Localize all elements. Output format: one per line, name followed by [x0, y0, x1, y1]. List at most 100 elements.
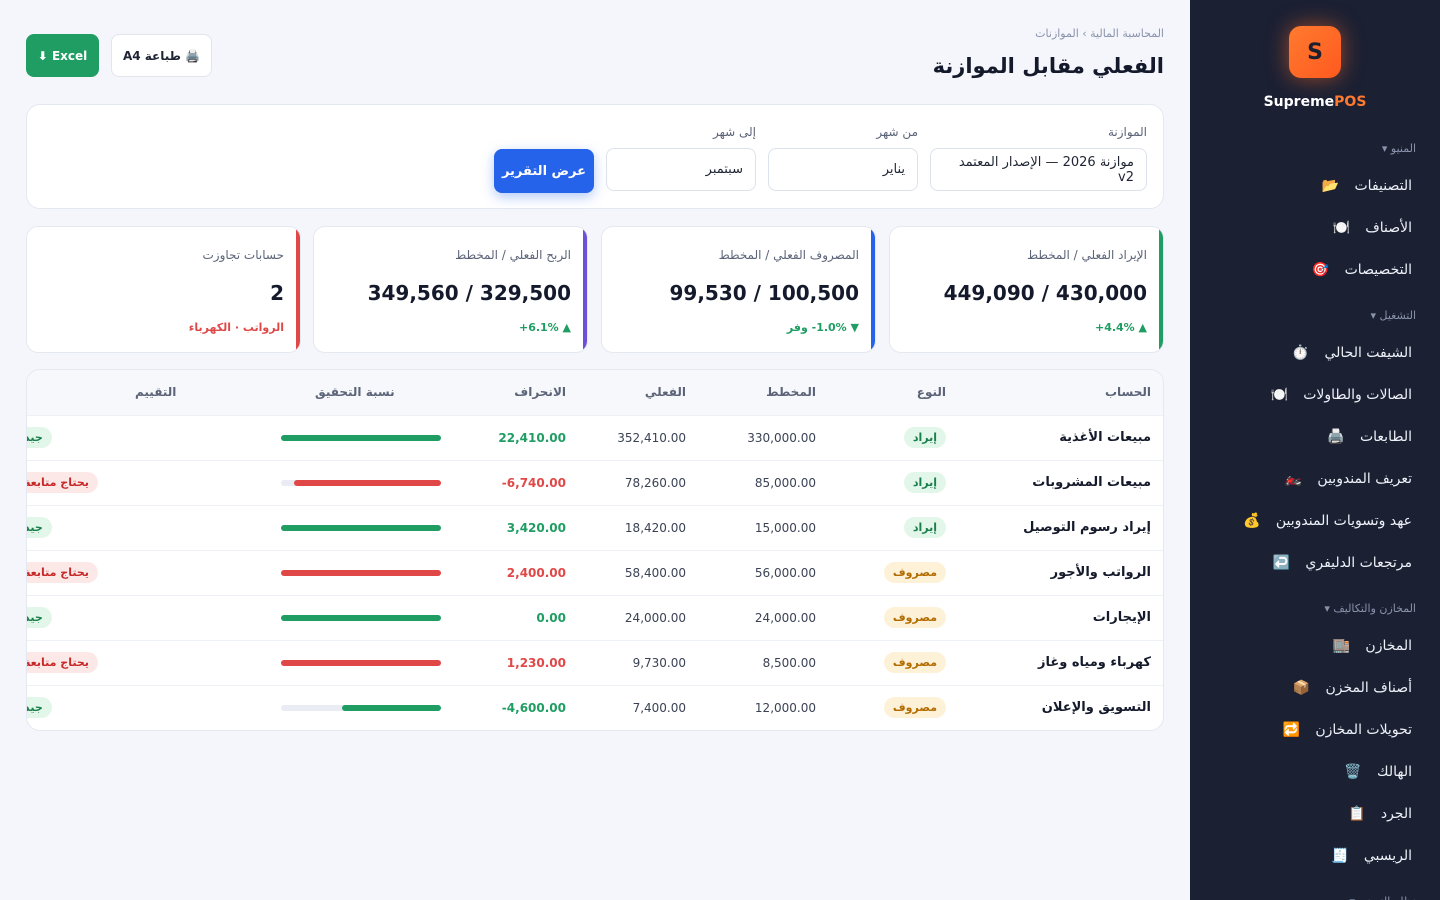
kpi-value: 329,500 / 349,560: [367, 281, 571, 305]
to-month-select[interactable]: سبتمبر: [606, 148, 756, 191]
cell-ratio: [281, 640, 453, 685]
cell-rating: جيد: [27, 595, 303, 640]
from-month-label: من شهر: [876, 125, 918, 139]
rating-wrap: جيد: [27, 697, 52, 719]
type-badge: إيراد: [903, 517, 946, 538]
nav-icon: 🍽️: [1332, 220, 1350, 236]
nav-group-title[interactable]: المنيو ▾: [1190, 142, 1440, 155]
ratio-fill: [281, 615, 441, 621]
col-variance: الانحراف: [514, 385, 566, 400]
nav-icon: 📋: [1348, 806, 1366, 822]
cell-type: إيراد: [828, 460, 958, 505]
kpi-note: الرواتب · الكهرباء: [188, 321, 284, 334]
kpi-value: 430,000 / 449,090: [943, 281, 1147, 305]
show-report-button[interactable]: عرض التقرير: [494, 149, 594, 193]
print-a4-button[interactable]: 🖨️ طباعة A4: [111, 34, 212, 77]
cell-planned: 330,000.00: [747, 430, 816, 445]
table-row[interactable]: إيراد رسوم التوصيل إيراد 15,000.00 18,42…: [27, 505, 1163, 550]
rating-wrap: يحتاج متابعة: [27, 652, 98, 673]
nav-group-title[interactable]: التشغيل ▾: [1190, 309, 1440, 322]
cell-variance: 1,230.00: [506, 655, 566, 670]
sidebar-item[interactable]: الهالك 🗑️: [1190, 751, 1440, 793]
ratio-fill: [281, 660, 441, 666]
cell-rating: يحتاج متابعة: [27, 460, 303, 505]
sidebar-item-label: عهد وتسويات المندوبين: [1275, 513, 1412, 529]
nav-group-title[interactable]: المخازن والتكاليف ▾: [1190, 602, 1440, 615]
sidebar-item[interactable]: الجرد 📋: [1190, 793, 1440, 835]
nav-icon: 🧾: [1331, 848, 1349, 864]
kpi-note: ▼ 1.0%- وفر: [786, 321, 859, 334]
sidebar-item[interactable]: عهد وتسويات المندوبين 💰: [1190, 500, 1440, 542]
cell-ratio: [281, 595, 453, 640]
kpi-accent-bar: [583, 227, 587, 352]
table-row[interactable]: الإيجارات مصروف 24,000.00 24,000.00 0.00…: [27, 595, 1163, 640]
table-row[interactable]: كهرباء ومياه وغاز مصروف 8,500.00 9,730.0…: [27, 640, 1163, 685]
cell-rating: جيد: [27, 415, 303, 460]
table-row[interactable]: مبيعات المشروبات إيراد 85,000.00 78,260.…: [27, 460, 1163, 505]
ratio-fill: [293, 480, 441, 486]
ratio-track: [281, 570, 441, 576]
nav-icon: 🔁: [1282, 722, 1301, 738]
rating-badge: جيد: [27, 697, 52, 719]
type-badge: إيراد: [903, 427, 946, 448]
sidebar-item-label: أصناف المخزن: [1325, 680, 1412, 696]
cell-ratio: [281, 550, 453, 595]
cell-variance: 0.00: [536, 610, 566, 625]
rating-wrap: جيد: [27, 427, 52, 448]
cell-ratio: [281, 460, 453, 505]
cell-type: مصروف: [828, 595, 958, 640]
to-month-field: إلى شهر سبتمبر: [606, 125, 756, 191]
rating-badge: يحتاج متابعة: [27, 562, 98, 583]
type-badge: مصروف: [883, 697, 946, 719]
table-row[interactable]: الرواتب والأجور مصروف 56,000.00 58,400.0…: [27, 550, 1163, 595]
nav-group-title[interactable]: نظام التصنيع ▾: [1190, 895, 1440, 900]
nav-icon: ↩️: [1272, 555, 1291, 571]
nav-icon: 🎯: [1311, 262, 1330, 278]
cell-actual: 352,410.00: [617, 430, 686, 445]
budget-select[interactable]: موازنة 2026 — الإصدار المعتمد v2: [930, 148, 1147, 191]
sidebar-item-label: الشيفت الحالي: [1324, 345, 1412, 361]
sidebar-item[interactable]: تعريف المندوبين 🏍️: [1190, 458, 1440, 500]
cell-planned: 12,000.00: [754, 700, 816, 715]
col-account: الحساب: [1104, 385, 1151, 400]
sidebar-item[interactable]: مرتجعات الدليفري ↩️: [1190, 542, 1440, 584]
table-row[interactable]: مبيعات الأغذية إيراد 330,000.00 352,410.…: [27, 415, 1163, 460]
from-month-select[interactable]: يناير: [768, 148, 918, 191]
sidebar-item[interactable]: المخازن 🏬: [1190, 625, 1440, 667]
cell-rating: جيد: [27, 685, 303, 730]
sidebar-item[interactable]: التصنيفات 📂: [1190, 165, 1440, 207]
col-rating: التقييم: [135, 385, 177, 400]
rating-badge: يحتاج متابعة: [27, 472, 98, 493]
nav-icon: 🏬: [1332, 638, 1351, 654]
col-planned: المخطط: [766, 385, 816, 400]
sidebar-item[interactable]: الصالات والطاولات 🍽️: [1190, 374, 1440, 416]
sidebar-item[interactable]: أصناف المخزن 📦: [1190, 667, 1440, 709]
kpi-note: ▲ 6.1%+: [518, 321, 571, 334]
sidebar-item[interactable]: الريسبي 🧾: [1190, 835, 1440, 877]
sidebar-item[interactable]: تحويلات المخازن 🔁: [1190, 709, 1440, 751]
ratio-track: [281, 615, 441, 621]
page-header: المحاسبة المالية › الموازنات الفعلي مقاب…: [26, 0, 1164, 100]
table-row[interactable]: التسويق والإعلان مصروف 12,000.00 7,400.0…: [27, 685, 1163, 730]
budget-field: الموازنة موازنة 2026 — الإصدار المعتمد v…: [930, 125, 1147, 191]
export-excel-button[interactable]: Excel ⬇: [26, 34, 99, 77]
sidebar-item-label: الهالك: [1377, 764, 1412, 780]
cell-planned: 85,000.00: [754, 475, 816, 490]
type-badge: إيراد: [903, 472, 946, 493]
sidebar-item-label: التصنيفات: [1354, 178, 1413, 194]
sidebar-item[interactable]: الأصناف 🍽️: [1190, 207, 1440, 249]
sidebar-item[interactable]: التخصيصات 🎯: [1190, 249, 1440, 291]
cell-variance: 6,740.00-: [501, 475, 566, 490]
breadcrumb[interactable]: المحاسبة المالية › الموازنات: [1035, 27, 1164, 40]
sidebar-item[interactable]: الشيفت الحالي ⏱️: [1190, 332, 1440, 374]
sidebar-item-label: الريسبي: [1363, 848, 1412, 864]
cell-ratio: [281, 415, 453, 460]
kpi-accent-bar: [296, 227, 300, 352]
cell-type: مصروف: [828, 685, 958, 730]
sidebar-nav: المنيو ▾ التصنيفات 📂 الأصناف 🍽️ التخصيصات 🎯 الت…: [1190, 142, 1440, 900]
sidebar-item[interactable]: الطابعات 🖨️: [1190, 416, 1440, 458]
cell-ratio: [281, 685, 453, 730]
cell-actual: 24,000.00: [624, 610, 686, 625]
kpi-row: الإيراد الفعلي / المخطط 430,000 / 449,09…: [26, 226, 1164, 353]
rating-wrap: يحتاج متابعة: [27, 562, 98, 583]
